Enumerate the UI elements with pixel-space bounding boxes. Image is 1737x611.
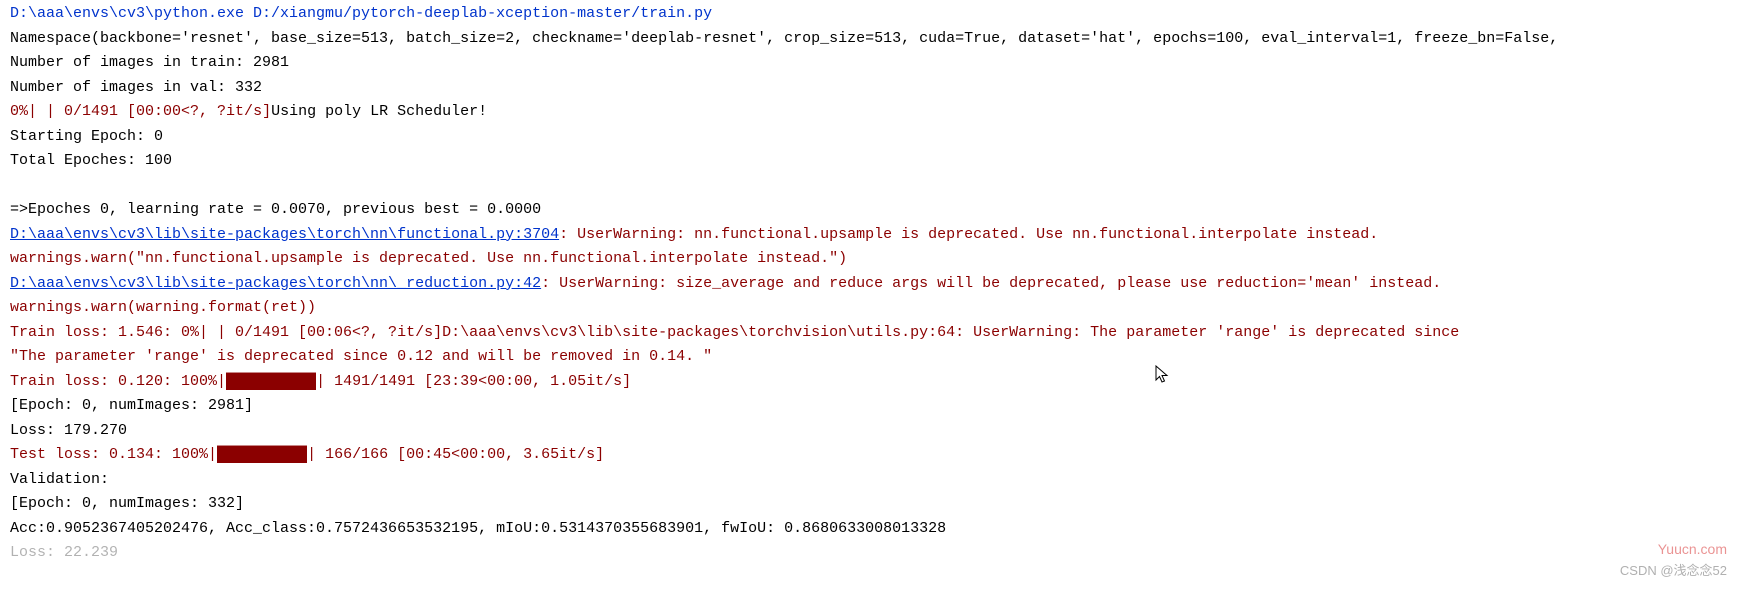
range-detail-line: "The parameter 'range' is deprecated sin… bbox=[10, 345, 1727, 370]
progress-bar: ██████████ bbox=[217, 446, 307, 463]
watermark-yuucn: Yuucn.com bbox=[1658, 537, 1727, 562]
start-epoch-line: Starting Epoch: 0 bbox=[10, 125, 1727, 150]
warning-2-detail: warnings.warn(warning.format(ret)) bbox=[10, 296, 1727, 321]
warning-2-line: D:\aaa\envs\cv3\lib\site-packages\torch\… bbox=[10, 272, 1727, 297]
watermark-csdn: CSDN @浅念念52 bbox=[1620, 559, 1727, 584]
namespace-line: Namespace(backbone='resnet', base_size=5… bbox=[10, 27, 1727, 52]
epoch-summary-line: [Epoch: 0, numImages: 2981] bbox=[10, 394, 1727, 419]
progress-init-line: 0%| | 0/1491 [00:00<?, ?it/s]Using poly … bbox=[10, 100, 1727, 125]
train-loss-2-line: Train loss: 0.120: 100%|██████████| 1491… bbox=[10, 370, 1727, 395]
file-link[interactable]: D:\aaa\envs\cv3\lib\site-packages\torch\… bbox=[10, 226, 559, 243]
file-link[interactable]: D:\aaa\envs\cv3\lib\site-packages\torch\… bbox=[10, 275, 541, 292]
blank-line bbox=[10, 174, 1727, 199]
progress-bar: ██████████ bbox=[226, 373, 316, 390]
warning-1-line: D:\aaa\envs\cv3\lib\site-packages\torch\… bbox=[10, 223, 1727, 248]
epoch-header-line: =>Epoches 0, learning rate = 0.0070, pre… bbox=[10, 198, 1727, 223]
train-loss-1-line: Train loss: 1.546: 0%| | 0/1491 [00:06<?… bbox=[10, 321, 1727, 346]
num-val-line: Number of images in val: 332 bbox=[10, 76, 1727, 101]
command-line: D:\aaa\envs\cv3\python.exe D:/xiangmu/py… bbox=[10, 2, 1727, 27]
loss-line: Loss: 179.270 bbox=[10, 419, 1727, 444]
warning-1-detail: warnings.warn("nn.functional.upsample is… bbox=[10, 247, 1727, 272]
val-epoch-summary-line: [Epoch: 0, numImages: 332] bbox=[10, 492, 1727, 517]
validation-line: Validation: bbox=[10, 468, 1727, 493]
total-epochs-line: Total Epoches: 100 bbox=[10, 149, 1727, 174]
metrics-line: Acc:0.9052367405202476, Acc_class:0.7572… bbox=[10, 517, 1727, 542]
partial-loss-line: Loss: 22.239 bbox=[10, 541, 1727, 566]
test-loss-line: Test loss: 0.134: 100%|██████████| 166/1… bbox=[10, 443, 1727, 468]
num-train-line: Number of images in train: 2981 bbox=[10, 51, 1727, 76]
